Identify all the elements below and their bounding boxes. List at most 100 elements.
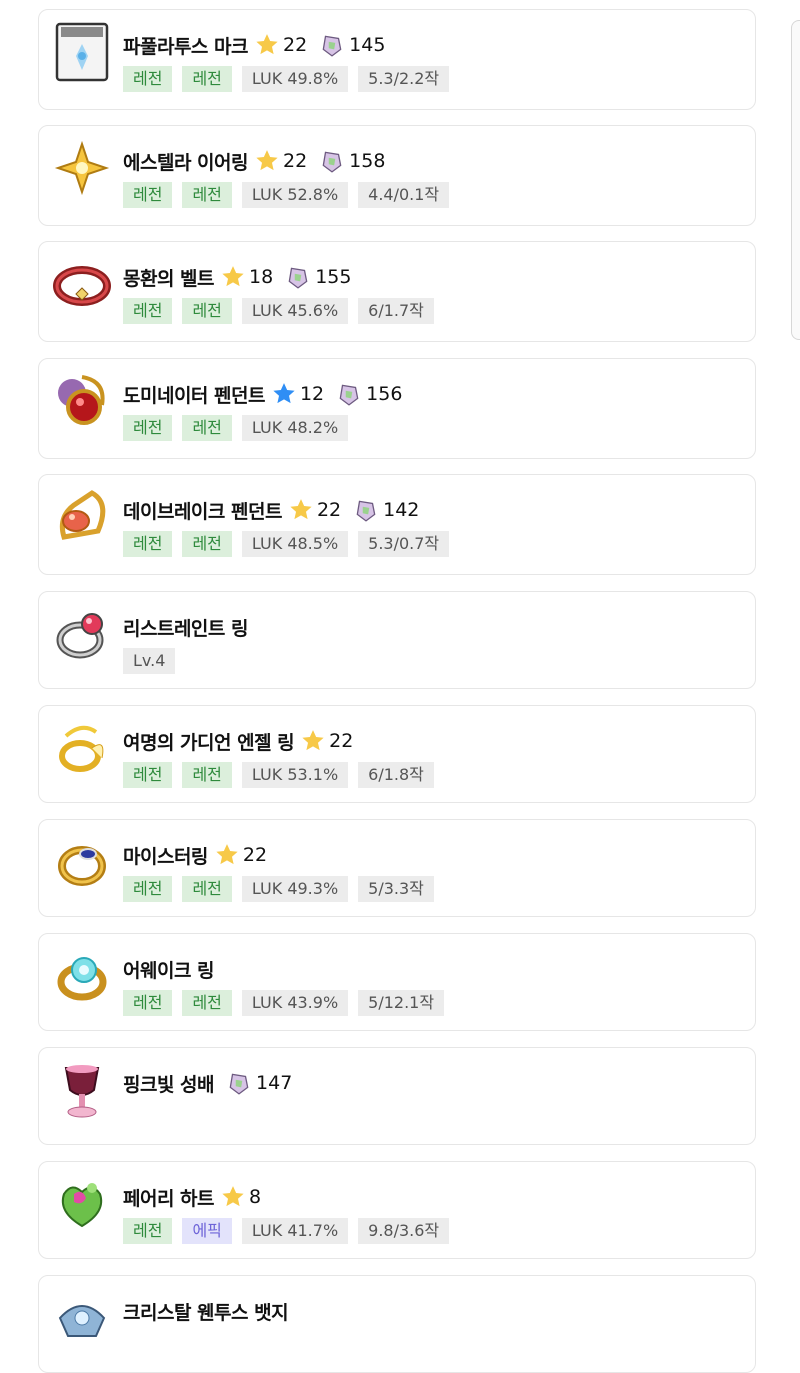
- stat-badge: LUK 53.1%: [241, 762, 349, 788]
- list-item[interactable]: 핑크빛 성배 147: [38, 1047, 756, 1145]
- stat-badge: LUK 48.5%: [241, 531, 349, 557]
- estella-earring-icon: [52, 138, 112, 198]
- list-item[interactable]: 마이스터링 22 레전 레전 LUK 49.3% 5/3.3작: [38, 819, 756, 917]
- additional-grade-badge: 레전: [182, 990, 232, 1016]
- potential-grade-badge: 레전: [123, 531, 173, 557]
- power-value: 155: [315, 266, 352, 288]
- item-name: 리스트레인트 링: [123, 617, 248, 640]
- star-count: 12: [299, 383, 325, 405]
- stat-badge: LUK 49.3%: [241, 876, 349, 902]
- additional-grade-badge: 레전: [182, 531, 232, 557]
- star-count: 22: [329, 730, 354, 752]
- star-count: 22: [282, 34, 308, 56]
- stat-badge: LUK 49.8%: [241, 66, 349, 92]
- stat-badge: LUK 48.2%: [241, 415, 349, 441]
- stat-badge: LUK 52.8%: [241, 182, 349, 208]
- item-name: 페어리 하트: [123, 1187, 215, 1210]
- list-item[interactable]: 몽환의 벨트 18 155 레전 레전 LUK 45.6% 6/1.7작: [38, 241, 756, 342]
- item-name: 파풀라투스 마크: [123, 35, 248, 58]
- list-item[interactable]: 도미네이터 펜던트 12 156 레전 레전 LUK 48.2%: [38, 358, 756, 459]
- power-value: 156: [366, 383, 403, 405]
- scroll-badge: 6/1.7작: [358, 298, 434, 324]
- star-force-icon: [302, 730, 324, 751]
- list-item[interactable]: 데이브레이크 펜던트 22 142 레전 레전 LUK 48.5% 5.3/0.…: [38, 474, 756, 575]
- daybreak-pendant-icon: [52, 487, 112, 547]
- additional-grade-badge: 레전: [182, 415, 232, 441]
- potential-grade-badge: 레전: [123, 415, 173, 441]
- scroll-badge: 5/12.1작: [358, 990, 445, 1016]
- power-value: 158: [349, 150, 386, 172]
- scroll-badge: 6/1.8작: [358, 762, 434, 788]
- item-name: 데이브레이크 펜던트: [123, 500, 282, 523]
- stat-badge: LUK 41.7%: [241, 1218, 349, 1244]
- star-force-icon: [256, 34, 278, 55]
- crystal-icon: [339, 384, 359, 406]
- item-name: 크리스탈 웬투스 뱃지: [123, 1301, 289, 1324]
- fairy-heart-icon: [52, 1174, 112, 1234]
- additional-grade-badge: 레전: [182, 182, 232, 208]
- list-item[interactable]: 에스텔라 이어링 22 158 레전 레전 LUK 52.8% 4.4/0.1작: [38, 125, 756, 226]
- scrollbar[interactable]: [791, 20, 800, 340]
- stat-badge: LUK 43.9%: [241, 990, 349, 1016]
- item-name: 몽환의 벨트: [123, 267, 215, 290]
- additional-grade-badge: 레전: [182, 298, 232, 324]
- crystal-icon: [288, 267, 308, 289]
- dreamy-belt-icon: [52, 254, 112, 314]
- potential-grade-badge: 레전: [123, 298, 173, 324]
- list-item[interactable]: 여명의 가디언 엔젤 링 22 레전 레전 LUK 53.1% 6/1.8작: [38, 705, 756, 803]
- meister-ring-icon: [52, 832, 112, 892]
- list-item[interactable]: 리스트레인트 링 Lv.4: [38, 591, 756, 689]
- additional-grade-badge: 레전: [182, 66, 232, 92]
- crystal-icon: [322, 151, 342, 173]
- star-count: 8: [249, 1186, 262, 1208]
- dominator-pendant-icon: [52, 371, 112, 431]
- guardian-angel-ring-icon: [52, 718, 112, 778]
- item-name: 도미네이터 펜던트: [123, 384, 265, 407]
- potential-grade-badge: 레전: [123, 66, 173, 92]
- awake-ring-icon: [52, 946, 112, 1006]
- additional-grade-badge: 레전: [182, 876, 232, 902]
- star-force-icon: [256, 150, 278, 171]
- pink-holy-cup-icon: [52, 1060, 112, 1120]
- power-value: 147: [256, 1072, 293, 1094]
- potential-grade-badge: 레전: [123, 990, 173, 1016]
- star-count: 22: [242, 844, 268, 866]
- scroll-badge: 4.4/0.1작: [358, 182, 450, 208]
- item-name: 에스텔라 이어링: [123, 151, 248, 174]
- list-item[interactable]: 크리스탈 웬투스 뱃지: [38, 1275, 756, 1373]
- item-name: 어웨이크 링: [123, 959, 215, 982]
- papulatus-mark-icon: [52, 22, 112, 82]
- star-force-icon: [216, 844, 238, 865]
- star-count: 22: [282, 150, 308, 172]
- crystal-icon: [356, 500, 376, 522]
- item-name: 핑크빛 성배: [123, 1073, 215, 1096]
- star-force-icon: [273, 383, 295, 404]
- scroll-badge: 5/3.3작: [358, 876, 434, 902]
- list-item[interactable]: 페어리 하트 8 레전 에픽 LUK 41.7% 9.8/3.6작: [38, 1161, 756, 1259]
- scroll-badge: 5.3/2.2작: [358, 66, 450, 92]
- potential-grade-badge: 레전: [123, 876, 173, 902]
- scroll-badge: 5.3/0.7작: [358, 531, 450, 557]
- restraint-ring-icon: [52, 604, 112, 664]
- power-value: 145: [349, 34, 386, 56]
- star-force-icon: [290, 499, 312, 520]
- crystal-icon: [229, 1073, 249, 1095]
- crystal-icon: [322, 35, 342, 57]
- additional-grade-badge: 에픽: [182, 1218, 232, 1244]
- power-value: 142: [383, 499, 420, 521]
- star-count: 22: [316, 499, 342, 521]
- potential-grade-badge: 레전: [123, 762, 173, 788]
- level-badge: Lv.4: [123, 648, 176, 674]
- star-count: 18: [249, 266, 274, 288]
- potential-grade-badge: 레전: [123, 182, 173, 208]
- crystal-ventus-badge-icon: [52, 1288, 112, 1348]
- item-name: 마이스터링: [123, 845, 208, 868]
- star-force-icon: [222, 1186, 244, 1207]
- list-item[interactable]: 어웨이크 링 레전 레전 LUK 43.9% 5/12.1작: [38, 933, 756, 1031]
- item-name: 여명의 가디언 엔젤 링: [123, 731, 295, 754]
- list-item[interactable]: 파풀라투스 마크 22 145 레전 레전 LUK 49.8% 5.3/2.2작: [38, 9, 756, 110]
- stat-badge: LUK 45.6%: [241, 298, 349, 324]
- potential-grade-badge: 레전: [123, 1218, 173, 1244]
- scroll-badge: 9.8/3.6작: [358, 1218, 450, 1244]
- additional-grade-badge: 레전: [182, 762, 232, 788]
